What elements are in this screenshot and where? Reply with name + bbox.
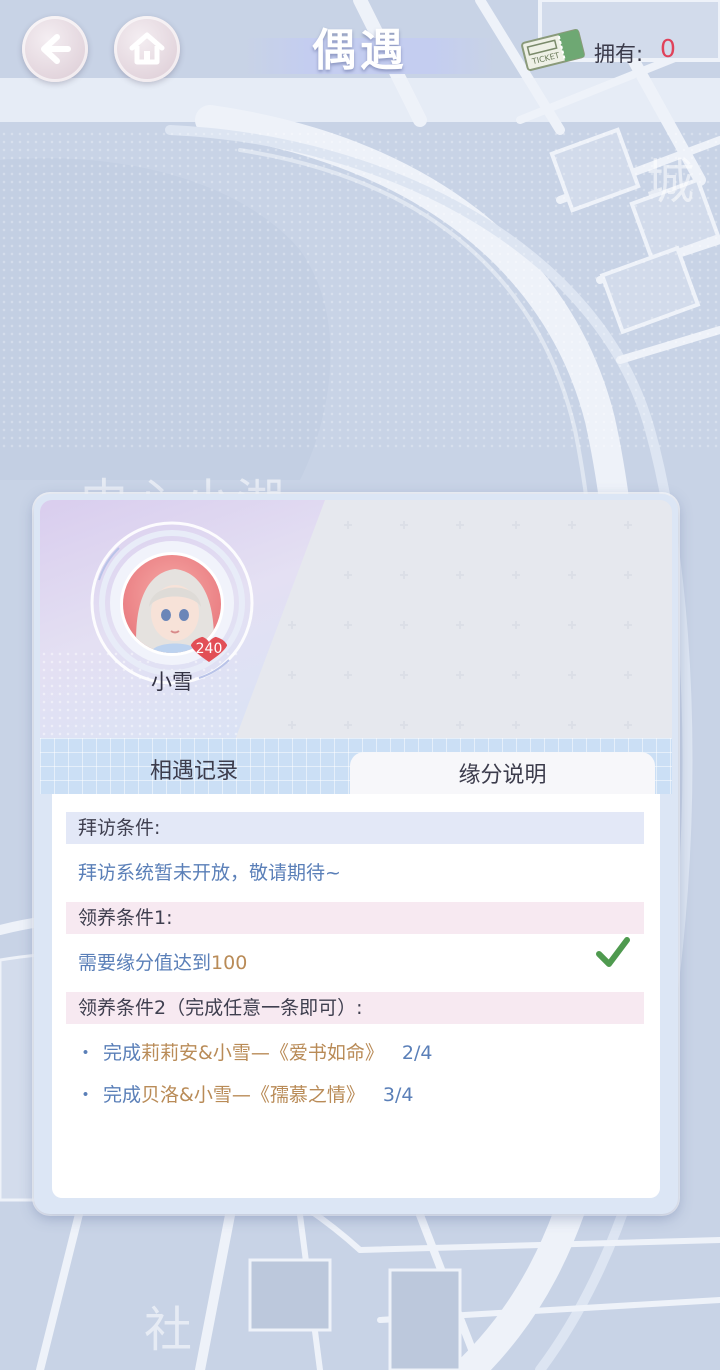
adopt-task-item: ・完成莉莉安&小雪—《爱书如命》 2/4 bbox=[76, 1038, 432, 1065]
adopt-task-item: ・完成贝洛&小雪—《孺慕之情》 3/4 bbox=[76, 1080, 413, 1107]
character-avatar[interactable] bbox=[120, 552, 224, 656]
home-button[interactable] bbox=[114, 16, 180, 82]
affinity-required-value: 100 bbox=[211, 952, 248, 974]
page-title: 偶遇 bbox=[312, 25, 408, 76]
character-name: 小雪 bbox=[151, 670, 193, 694]
ticket-icon: TICKET bbox=[521, 29, 585, 71]
task-progress: 2/4 bbox=[401, 1042, 433, 1064]
back-arrow-icon bbox=[41, 34, 71, 64]
map-dot-pattern bbox=[0, 130, 720, 450]
adopt-condition2-header: 领养条件2（完成任意一条即可）: bbox=[66, 992, 644, 1024]
tab-encounter-record[interactable]: 相遇记录 bbox=[64, 752, 324, 792]
owned-count: 0 bbox=[660, 34, 676, 63]
map-label-city: 城 bbox=[646, 154, 699, 210]
map-label-community: 社 bbox=[144, 1302, 197, 1358]
bullet-icon: ・ bbox=[76, 1042, 96, 1064]
adopt-condition1-header: 领养条件1: bbox=[66, 902, 644, 934]
home-icon bbox=[129, 32, 165, 65]
task-prefix: 完成 bbox=[103, 1084, 142, 1106]
encounter-card: 240 小雪 相遇记录 缘分说明 拜访条件: 拜访系统暂未开放，敬请期待~ 领养… bbox=[34, 494, 678, 1214]
task-progress: 3/4 bbox=[382, 1084, 414, 1106]
task-story: 贝洛&小雪—《孺慕之情》 bbox=[141, 1084, 365, 1106]
owned-label: 拥有: bbox=[594, 42, 644, 66]
adopt-condition1-prefix: 需要缘分值达到 bbox=[78, 952, 212, 974]
adopt-condition1-text: 需要缘分值达到100 bbox=[78, 948, 247, 975]
affinity-explain-panel: 拜访条件: 拜访系统暂未开放，敬请期待~ 领养条件1: 需要缘分值达到100 领… bbox=[52, 794, 660, 1198]
back-button[interactable] bbox=[22, 16, 88, 82]
card-header: 240 小雪 bbox=[40, 500, 672, 740]
bullet-icon: ・ bbox=[76, 1084, 96, 1106]
visit-condition-text: 拜访系统暂未开放，敬请期待~ bbox=[78, 862, 341, 884]
task-prefix: 完成 bbox=[103, 1042, 142, 1064]
visit-condition-header: 拜访条件: bbox=[66, 812, 644, 844]
check-icon bbox=[596, 937, 630, 967]
task-story: 莉莉安&小雪—《爱书如命》 bbox=[141, 1042, 384, 1064]
